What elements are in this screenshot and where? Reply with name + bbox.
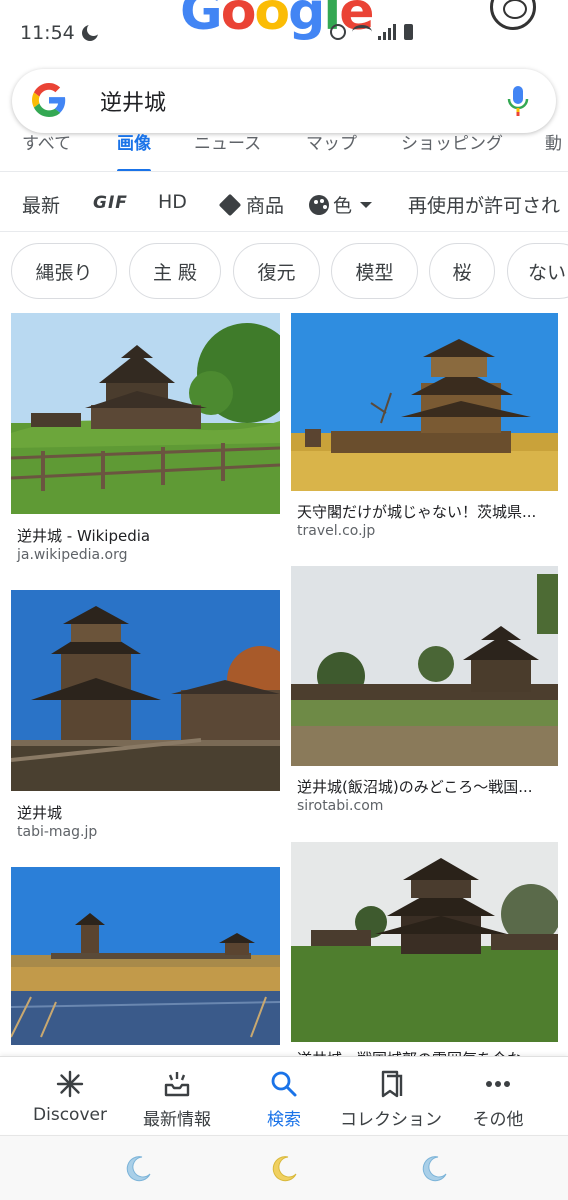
tool-product[interactable]: 商品: [218, 191, 285, 218]
tool-color-label: 色: [333, 195, 353, 217]
result-thumbnail[interactable]: [11, 867, 280, 1045]
google-g-icon: [32, 83, 66, 117]
doodle-letter: o: [254, 0, 290, 42]
chip[interactable]: 主 殿: [129, 243, 221, 299]
search-box[interactable]: 逆井城: [12, 69, 556, 133]
image-result[interactable]: 逆井城(飯沼城)のみどころ～戦国... sirotabi.com: [291, 566, 558, 822]
tab-all[interactable]: すべて: [22, 132, 71, 171]
nav-label: 最新情報: [143, 1110, 211, 1130]
result-title[interactable]: 逆井城(飯沼城)のみどころ～戦国...: [297, 776, 555, 797]
tab-shopping[interactable]: ショッピング: [401, 132, 503, 171]
result-title[interactable]: 逆井城 戦国城郭の雰囲気を今な...: [297, 1048, 555, 1056]
image-result[interactable]: 逆井城 tabi-mag.jp: [11, 590, 281, 846]
chip[interactable]: 桜: [429, 243, 495, 299]
tool-color[interactable]: 色: [309, 191, 373, 218]
doodle-letter: o: [220, 0, 257, 42]
wifi-icon: [352, 25, 372, 39]
palette-icon: [309, 194, 329, 215]
search-tabs: すべて 画像 ニュース マップ ショッピング 動: [0, 132, 568, 172]
image-result[interactable]: 逆井城 戦国城郭の雰囲気を今な...: [291, 842, 558, 1056]
image-result[interactable]: [11, 867, 281, 1047]
recents-moon-icon[interactable]: [418, 1154, 448, 1184]
microphone-icon[interactable]: [506, 84, 530, 118]
result-source[interactable]: sirotabi.com: [297, 798, 383, 814]
battery-icon: [404, 24, 413, 40]
home-moon-icon[interactable]: [268, 1154, 298, 1184]
result-title[interactable]: 逆井城: [17, 802, 279, 823]
doodle-letter: g: [288, 0, 325, 42]
nav-label: その他: [472, 1110, 524, 1130]
related-chips: 縄張り 主 殿 復元 模型 桜 ない: [0, 243, 568, 301]
nav-label: コレクション: [340, 1110, 442, 1130]
updates-tray-icon: [164, 1072, 190, 1097]
bottom-navigation: Discover 最新情報 検索 コレクション その他: [0, 1056, 568, 1134]
asterisk-icon: [56, 1070, 84, 1098]
status-icons: [330, 24, 413, 40]
result-source[interactable]: travel.co.jp: [297, 523, 375, 539]
result-thumbnail[interactable]: [11, 313, 280, 514]
more-dots-icon: [486, 1081, 510, 1087]
result-thumbnail[interactable]: [291, 842, 558, 1042]
result-thumbnail[interactable]: [291, 566, 558, 766]
tool-usage-rights[interactable]: 再使用が許可され: [408, 191, 560, 218]
doodle-letter: G: [180, 0, 223, 42]
image-result[interactable]: 天守閣だけが城じゃない！茨城県... travel.co.jp: [291, 313, 558, 553]
do-not-disturb-icon: [82, 23, 100, 41]
image-result[interactable]: 逆井城 - Wikipedia ja.wikipedia.org: [11, 313, 281, 573]
nav-more[interactable]: その他: [443, 1069, 553, 1130]
signal-icon: [378, 24, 398, 40]
alarm-icon: [330, 24, 346, 40]
result-source[interactable]: tabi-mag.jp: [17, 824, 97, 840]
status-bar: 11:54 Google: [0, 0, 568, 60]
image-tools: 最新 GIF HD 商品 色 再使用が許可され: [0, 172, 568, 232]
tool-hd[interactable]: HD: [158, 191, 187, 213]
nav-collections[interactable]: コレクション: [336, 1069, 446, 1130]
chip[interactable]: 縄張り: [11, 243, 117, 299]
chip[interactable]: ない: [507, 243, 568, 299]
nav-discover[interactable]: Discover: [15, 1069, 125, 1125]
tool-product-label: 商品: [246, 195, 285, 217]
tab-videos[interactable]: 動: [545, 132, 562, 171]
chip[interactable]: 復元: [233, 243, 320, 299]
nav-label: Discover: [33, 1105, 107, 1125]
result-thumbnail[interactable]: [291, 313, 558, 491]
tab-news[interactable]: ニュース: [194, 132, 261, 171]
result-thumbnail[interactable]: [11, 590, 280, 791]
tag-icon: [218, 193, 242, 216]
nav-search[interactable]: 検索: [229, 1069, 339, 1130]
result-title[interactable]: 天守閣だけが城じゃない！茨城県...: [297, 501, 555, 522]
back-moon-icon[interactable]: [122, 1154, 152, 1184]
search-icon: [271, 1071, 297, 1097]
tab-maps[interactable]: マップ: [306, 132, 357, 171]
chip[interactable]: 模型: [331, 243, 418, 299]
status-time: 11:54: [20, 22, 75, 44]
search-query[interactable]: 逆井城: [100, 85, 166, 117]
account-avatar[interactable]: [490, 0, 536, 30]
result-source[interactable]: ja.wikipedia.org: [17, 547, 128, 563]
result-title[interactable]: 逆井城 - Wikipedia: [17, 525, 279, 546]
system-navigation-bar: [0, 1135, 568, 1200]
tab-images[interactable]: 画像: [117, 132, 151, 171]
caret-down-icon: [360, 201, 373, 208]
nav-label: 検索: [267, 1110, 301, 1130]
tool-latest[interactable]: 最新: [22, 191, 60, 218]
nav-updates[interactable]: 最新情報: [122, 1069, 232, 1130]
bookmark-collection-icon: [381, 1070, 403, 1098]
tool-gif[interactable]: GIF: [93, 193, 128, 213]
